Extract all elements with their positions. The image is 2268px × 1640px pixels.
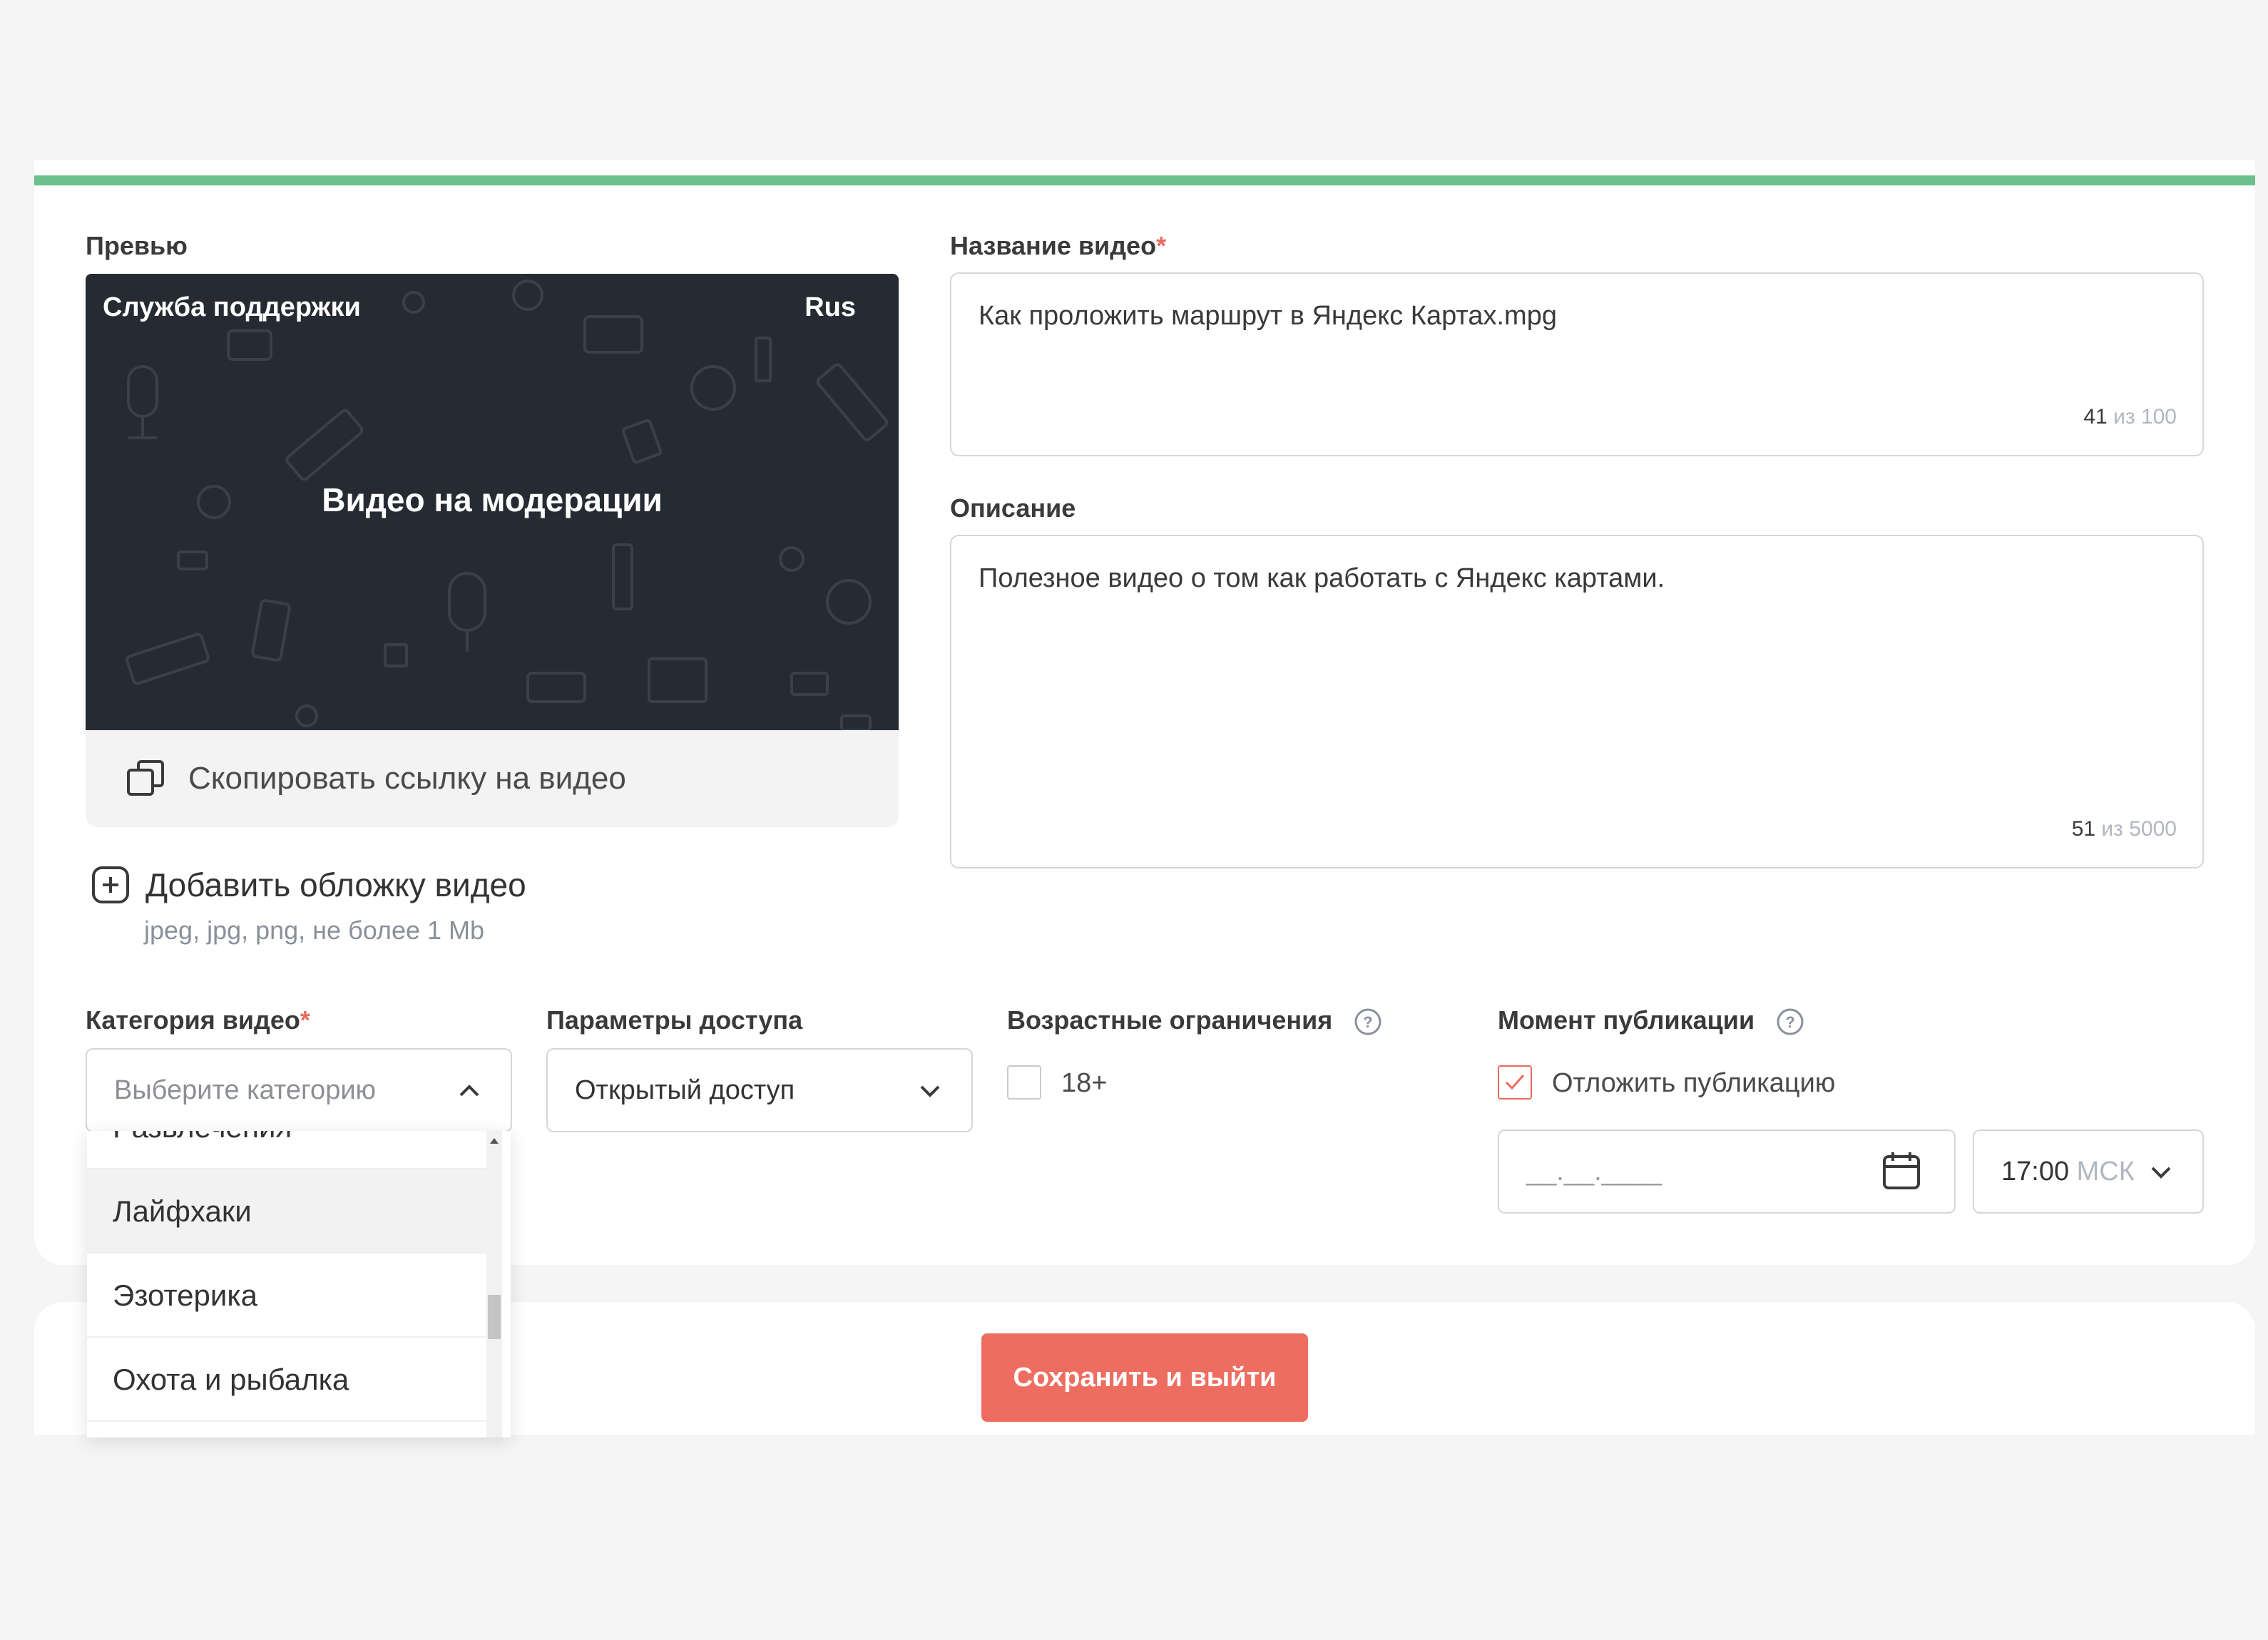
defer-publish-label: Отложить публикацию [1552,1068,1836,1098]
title-counter: 41 из 100 [2083,405,2177,429]
defer-publish-checkbox[interactable] [1498,1065,1532,1100]
category-option[interactable]: Развлечения [87,1131,486,1169]
age-18-checkbox[interactable] [1007,1065,1041,1100]
category-option[interactable]: Охота и рыбалка [87,1338,486,1422]
description-count: 51 [2071,817,2096,841]
access-select[interactable]: Открытый доступ [546,1048,973,1132]
add-cover-label: Добавить обложку видео [145,866,526,903]
access-label: Параметры доступа [546,1005,803,1035]
cover-format-hint: jpeg, jpg, png, не более 1 Mb [144,916,485,945]
copy-link-button[interactable]: Скопировать ссылку на видео [86,730,899,827]
channel-name: Служба поддержки [103,292,361,322]
age-18-label: 18+ [1061,1068,1108,1098]
chevron-up-icon [459,1085,479,1097]
timezone: МСК [2076,1157,2135,1187]
age-label: Возрастные ограничения ? [1007,1005,1382,1036]
title-label-text: Название видео [950,231,1157,260]
category-placeholder: Выберите категорию [114,1075,377,1105]
dropdown-scrollbar[interactable] [486,1131,502,1437]
copy-link-label: Скопировать ссылку на видео [188,761,626,796]
publish-date-input[interactable]: __.__.____ [1498,1129,1956,1214]
svg-text:?: ? [1785,1013,1794,1031]
required-mark: * [300,1005,310,1035]
scrollbar-thumb[interactable] [488,1295,501,1339]
help-icon[interactable]: ? [1776,1008,1804,1036]
language-badge: Rus [804,292,856,322]
category-option-label: Лайфхаки [113,1194,252,1228]
video-preview[interactable]: Служба поддержки Rus Видео на модерации [86,274,899,730]
help-icon[interactable]: ? [1354,1008,1382,1036]
svg-text:?: ? [1364,1013,1373,1031]
save-and-exit-button[interactable]: Сохранить и выйти [981,1333,1308,1422]
plus-square-icon [92,866,129,903]
description-counter: 51 из 5000 [2072,817,2177,841]
copy-icon [127,760,164,796]
description-value: Полезное видео о том как работать с Янде… [979,563,1665,593]
calendar-icon[interactable] [1881,1151,1921,1191]
publish-label: Момент публикации ? [1498,1005,1804,1036]
chevron-down-icon [920,1085,940,1097]
required-mark: * [1156,231,1167,260]
publish-label-text: Момент публикации [1498,1005,1755,1035]
category-option-label: Развлечения [113,1131,292,1169]
category-label-text: Категория видео [86,1005,300,1035]
chevron-down-icon [2151,1167,2171,1179]
preview-label: Превью [86,231,188,260]
category-label: Категория видео* [86,1005,310,1035]
title-max: из 100 [2113,405,2177,429]
category-dropdown: Развлечения Лайфхаки Эзотерика Охота и р… [87,1131,511,1437]
scroll-up-arrow-icon[interactable] [486,1135,502,1149]
category-option-label: Охота и рыбалка [113,1363,349,1396]
category-option[interactable]: Эзотерика [87,1254,486,1338]
description-textarea[interactable]: Полезное видео о том как работать с Янде… [950,535,2204,868]
check-icon [1505,1075,1525,1090]
moderation-status: Видео на модерации [322,481,663,518]
category-select[interactable]: Выберите категорию [86,1048,512,1132]
age-label-text: Возрастные ограничения [1007,1005,1333,1035]
title-label: Название видео* [950,231,1166,261]
time-value: 17:00 [2001,1157,2070,1187]
title-count: 41 [2083,405,2108,429]
title-value: Как проложить маршрут в Яндекс Картах.mp… [979,301,1557,331]
date-mask: __.__.____ [1526,1157,1662,1187]
publish-time-select[interactable]: 17:00 МСК [1973,1129,2204,1214]
title-input[interactable]: Как проложить маршрут в Яндекс Картах.mp… [950,272,2204,456]
add-cover-button[interactable]: Добавить обложку видео [91,866,526,904]
description-max: из 5000 [2101,817,2177,841]
description-label: Описание [950,493,1076,523]
access-value: Открытый доступ [575,1075,795,1105]
category-option-label: Эзотерика [113,1278,258,1312]
category-option[interactable]: Лайфхаки [87,1169,486,1254]
publish-time: 17:00 МСК [2001,1131,2135,1212]
page-footer-bg [0,1435,2268,1640]
progress-bar [34,175,2255,185]
